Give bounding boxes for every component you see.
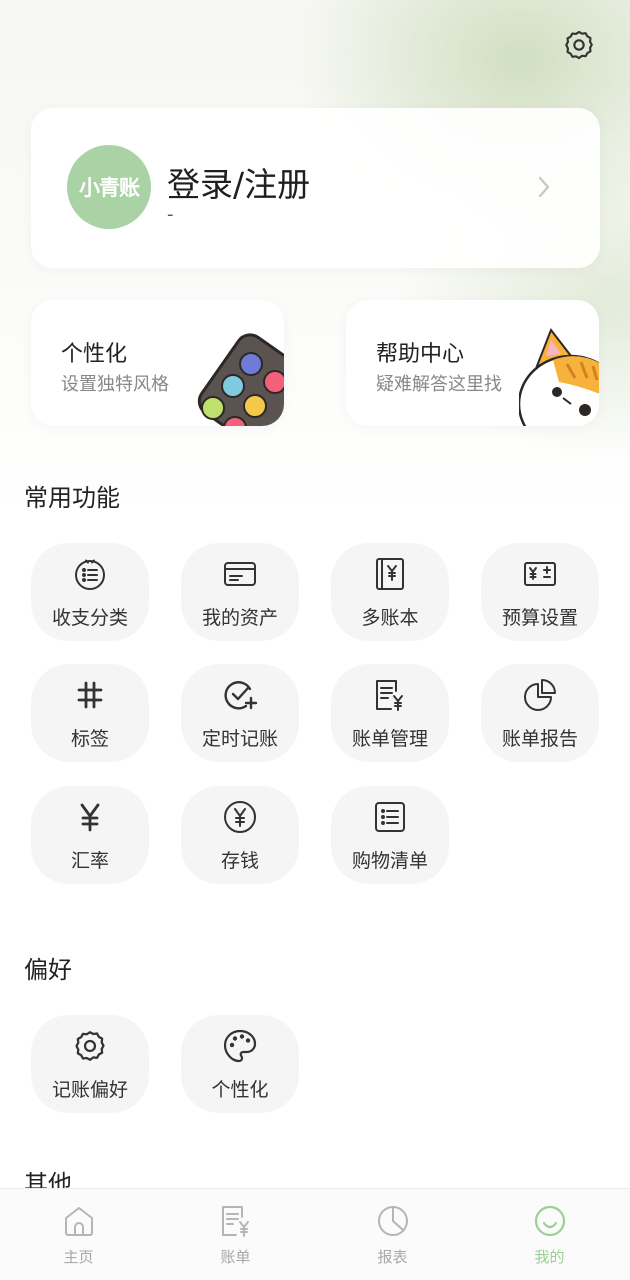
shopping-list-button[interactable]: 购物清单 bbox=[331, 786, 449, 884]
bookkeeping-prefs-button[interactable]: 记账偏好 bbox=[31, 1015, 149, 1113]
bill-report-button[interactable]: 账单报告 bbox=[481, 664, 599, 762]
category-label: 收支分类 bbox=[51, 607, 128, 629]
personalize-card-subtitle: 设置独特风格 bbox=[61, 374, 169, 395]
chevron-right-icon bbox=[538, 176, 550, 198]
budget-icon bbox=[524, 562, 556, 586]
list-icon bbox=[375, 802, 405, 832]
timed-check-icon bbox=[224, 681, 258, 710]
bill-manage-icon bbox=[376, 680, 403, 711]
login-card[interactable]: 小青账 登录/注册 - bbox=[31, 108, 600, 268]
multi-ledger-label: 多账本 bbox=[361, 607, 419, 629]
login-register-title: 登录/注册 bbox=[167, 165, 311, 204]
personalize-button[interactable]: 个性化 bbox=[181, 1015, 299, 1113]
nav-reports[interactable]: 报表 bbox=[314, 1189, 471, 1280]
pie-report-icon bbox=[524, 679, 556, 711]
yen-icon bbox=[80, 803, 100, 832]
multi-ledger-button[interactable]: 多账本 bbox=[331, 543, 449, 641]
assets-label: 我的资产 bbox=[201, 607, 278, 629]
help-center-card-title: 帮助中心 bbox=[376, 342, 465, 367]
tags-label: 标签 bbox=[70, 728, 109, 750]
nav-reports-label: 报表 bbox=[377, 1248, 408, 1266]
common-functions-title: 常用功能 bbox=[24, 484, 120, 512]
nav-mine[interactable]: 我的 bbox=[471, 1189, 628, 1280]
card-icon bbox=[224, 562, 256, 586]
category-icon bbox=[75, 559, 105, 590]
nav-home[interactable]: 主页 bbox=[0, 1189, 157, 1280]
preferences-title: 偏好 bbox=[24, 956, 72, 984]
bill-icon bbox=[222, 1206, 249, 1237]
help-center-card[interactable]: 帮助中心 疑难解答这里找 bbox=[346, 300, 599, 426]
bill-management-label: 账单管理 bbox=[351, 728, 428, 750]
chart-icon bbox=[378, 1206, 408, 1236]
bill-report-label: 账单报告 bbox=[501, 728, 578, 750]
tags-button[interactable]: 标签 bbox=[31, 664, 149, 762]
personalize-label: 个性化 bbox=[211, 1079, 269, 1101]
budget-label: 预算设置 bbox=[501, 607, 578, 629]
hashtag-icon bbox=[77, 681, 103, 709]
nav-bills[interactable]: 账单 bbox=[157, 1189, 314, 1280]
gear-icon bbox=[75, 1031, 105, 1061]
timed-bookkeeping-button[interactable]: 定时记账 bbox=[181, 664, 299, 762]
bottom-nav: 主页 账单 报表 我的 bbox=[0, 1188, 630, 1280]
category-button[interactable]: 收支分类 bbox=[31, 543, 149, 641]
exchange-rate-label: 汇率 bbox=[70, 850, 109, 872]
home-icon bbox=[65, 1207, 93, 1236]
personalize-card[interactable]: 个性化 设置独特风格 bbox=[31, 300, 284, 426]
ledger-book-icon bbox=[376, 558, 404, 590]
timed-bookkeeping-label: 定时记账 bbox=[201, 728, 278, 750]
settings-gear-icon[interactable] bbox=[562, 28, 596, 62]
personalize-card-title: 个性化 bbox=[61, 342, 128, 367]
cat-art-icon bbox=[519, 327, 599, 426]
nav-bills-label: 账单 bbox=[220, 1248, 251, 1266]
coin-icon bbox=[224, 801, 256, 833]
login-subtitle: - bbox=[167, 204, 174, 225]
bookkeeping-prefs-label: 记账偏好 bbox=[51, 1079, 128, 1101]
profile-page: 小青账 登录/注册 - 个性化 设置独特风格 帮助中心 疑难解答这里找 常用功能… bbox=[0, 0, 630, 1188]
shopping-list-label: 购物清单 bbox=[351, 850, 428, 872]
help-center-card-subtitle: 疑难解答这里找 bbox=[376, 374, 502, 395]
exchange-rate-button[interactable]: 汇率 bbox=[31, 786, 149, 884]
palette-art-icon bbox=[197, 333, 284, 426]
nav-mine-label: 我的 bbox=[534, 1248, 565, 1266]
budget-button[interactable]: 预算设置 bbox=[481, 543, 599, 641]
nav-home-label: 主页 bbox=[63, 1248, 94, 1266]
save-money-label: 存钱 bbox=[220, 850, 259, 872]
save-money-button[interactable]: 存钱 bbox=[181, 786, 299, 884]
avatar: 小青账 bbox=[67, 145, 151, 229]
other-title: 其他 bbox=[24, 1170, 72, 1188]
assets-button[interactable]: 我的资产 bbox=[181, 543, 299, 641]
bill-management-button[interactable]: 账单管理 bbox=[331, 664, 449, 762]
palette-icon bbox=[223, 1029, 257, 1063]
smile-icon bbox=[534, 1205, 566, 1237]
